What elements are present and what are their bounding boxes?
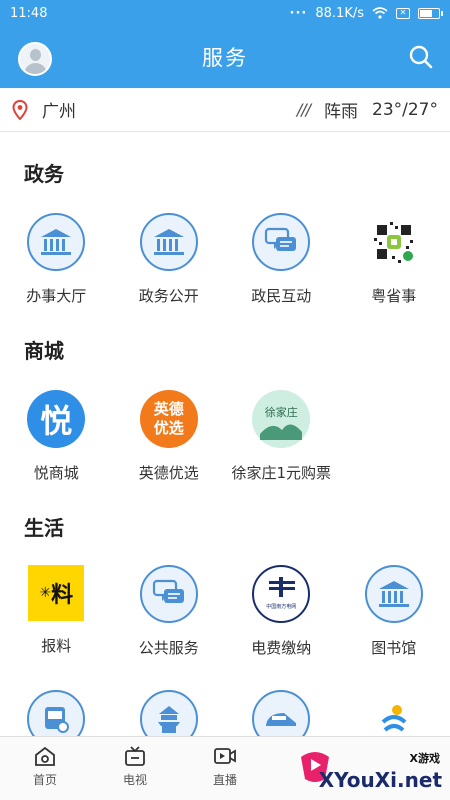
- nav-label: 首页: [32, 773, 57, 787]
- xujiazhuang-logo-glyph: 徐家庄: [264, 406, 298, 419]
- bank-icon: [27, 213, 86, 271]
- yingde-logo-glyph: 英德 优选: [153, 400, 184, 437]
- mall-grid: 悦 悦商城 英德 优选 英德优选 徐家庄 徐家庄1元购票: [0, 390, 450, 483]
- search-icon[interactable]: [408, 44, 434, 70]
- service-label: 政民互动: [251, 287, 312, 305]
- baoliao-logo-icon: ✳ 料: [28, 565, 85, 621]
- video-icon: [214, 748, 236, 764]
- bank-icon: [364, 565, 423, 623]
- nav-label: 电视: [122, 773, 147, 787]
- status-bar: 11:48 ··· 88.1K/s ✕: [0, 0, 450, 26]
- power-grid-icon: 中国南方电网: [252, 565, 311, 623]
- bank-icon: [139, 213, 198, 271]
- service-item[interactable]: 政务公开: [113, 213, 226, 306]
- baoliao-x-mark: ✳: [39, 585, 52, 601]
- service-item[interactable]: 政民互动: [225, 213, 338, 306]
- watermark-brand: XYouXi.net: [318, 768, 442, 792]
- battery-icon: [418, 7, 443, 19]
- tv-icon: [125, 746, 145, 766]
- xujiazhuang-logo-icon: 徐家庄: [252, 390, 311, 448]
- page-title: 服务: [202, 46, 248, 70]
- watermark: X游戏 XYouXi.net: [318, 752, 442, 792]
- service-label: 图书馆: [371, 639, 417, 657]
- top-bar: 11:48 ··· 88.1K/s ✕ 服务: [0, 0, 450, 88]
- service-item[interactable]: ✳ 料 报料: [0, 565, 113, 658]
- life-grid: ✳ 料 报料 公共服务 中国南方电网 电费缴纳 图书馆: [0, 565, 450, 658]
- service-label: 英德优选: [138, 464, 199, 482]
- yue-logo-icon: 悦: [27, 390, 86, 448]
- nav-tv[interactable]: 电视: [90, 737, 180, 800]
- header: 服务: [0, 26, 450, 88]
- avatar[interactable]: [18, 42, 52, 76]
- home-icon: [35, 746, 55, 766]
- status-time: 11:48: [10, 5, 48, 21]
- power-grid-text: 中国南方电网: [266, 604, 297, 610]
- weather-text: 阵雨: [324, 102, 358, 122]
- service-item[interactable]: 徐家庄 徐家庄1元购票: [225, 390, 338, 483]
- nav-label: 直播: [212, 773, 237, 787]
- nav-home[interactable]: 首页: [0, 737, 90, 800]
- notification-dots-icon: ···: [289, 5, 308, 21]
- service-item[interactable]: 公共服务: [113, 565, 226, 658]
- service-item[interactable]: 英德 优选 英德优选: [113, 390, 226, 483]
- baoliao-logo-glyph: 料: [51, 583, 74, 608]
- service-label: 公共服务: [138, 639, 199, 657]
- service-label: 粤省事: [371, 287, 417, 305]
- service-label: 徐家庄1元购票: [231, 464, 332, 482]
- wifi-icon: [372, 7, 388, 19]
- nav-live[interactable]: 直播: [180, 737, 270, 800]
- service-item[interactable]: 粤省事: [338, 213, 450, 306]
- yingde-logo-icon: 英德 优选: [139, 390, 198, 448]
- no-sim-icon: ✕: [396, 7, 410, 19]
- section-title-mall: 商城: [24, 339, 64, 363]
- section-title-government: 政务: [24, 162, 64, 186]
- temperature: 23°/27°: [372, 99, 438, 120]
- service-label: 报料: [41, 637, 72, 655]
- section-title-life: 生活: [24, 516, 64, 540]
- service-label: 政务公开: [138, 287, 199, 305]
- service-label: 电费缴纳: [251, 639, 312, 657]
- service-label: 悦商城: [33, 464, 79, 482]
- location-city: 广州: [42, 102, 76, 122]
- service-item[interactable]: 悦 悦商城: [0, 390, 113, 483]
- network-speed: 88.1K/s: [315, 5, 364, 21]
- chat-icon: [252, 213, 311, 271]
- qr-code-icon: [365, 213, 423, 271]
- yue-logo-glyph: 悦: [40, 402, 73, 440]
- bottom-nav: 首页 电视 直播 X游戏 XYouXi.net: [0, 736, 450, 800]
- service-item[interactable]: 中国南方电网 电费缴纳: [225, 565, 338, 658]
- watermark-tag: X游戏: [409, 752, 440, 765]
- chat-icon: [139, 565, 198, 623]
- location-pin-icon: [12, 99, 28, 120]
- government-grid: 办事大厅 政务公开 政民互动 粤省事: [0, 213, 450, 306]
- rain-icon: ///: [296, 100, 311, 119]
- location-weather-bar[interactable]: 广州 /// 阵雨 23°/27°: [0, 88, 450, 132]
- service-item[interactable]: 办事大厅: [0, 213, 113, 306]
- service-item[interactable]: 图书馆: [338, 565, 450, 658]
- service-label: 办事大厅: [26, 287, 87, 305]
